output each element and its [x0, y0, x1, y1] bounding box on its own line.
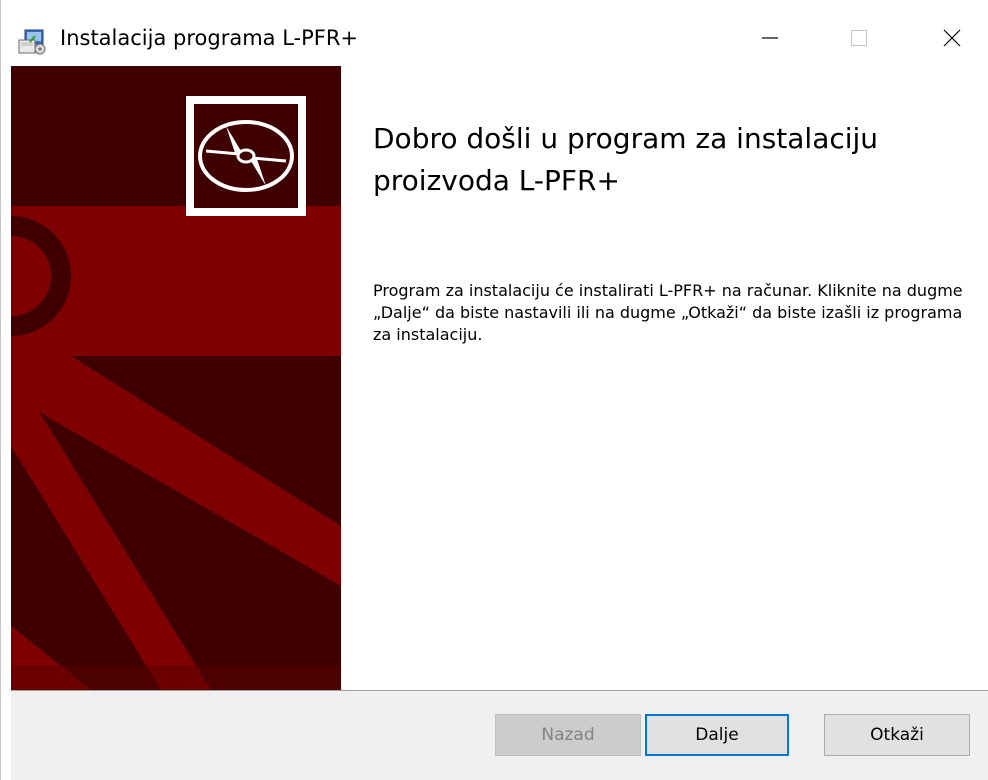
maximize-button	[836, 20, 882, 60]
close-button[interactable]	[929, 20, 975, 60]
back-button: Nazad	[495, 714, 641, 756]
welcome-heading: Dobro došli u program za instalaciju pro…	[373, 122, 879, 197]
close-icon	[942, 28, 962, 52]
maximize-icon	[849, 28, 869, 52]
title-bar[interactable]: Instalacija programa L-PFR+	[1, 0, 988, 66]
cancel-button[interactable]: Otkaži	[824, 714, 970, 756]
installer-banner-image	[11, 66, 341, 690]
welcome-description: Program za instalaciju će instalirati L-…	[373, 281, 963, 344]
installer-app-icon	[17, 28, 47, 56]
installer-window: Instalacija programa L-PFR+ Dobro došli …	[0, 0, 988, 780]
next-button[interactable]: Dalje	[645, 714, 789, 756]
window-title: Instalacija programa L-PFR+	[60, 26, 359, 50]
minimize-icon	[760, 28, 780, 52]
minimize-button[interactable]	[747, 20, 793, 60]
